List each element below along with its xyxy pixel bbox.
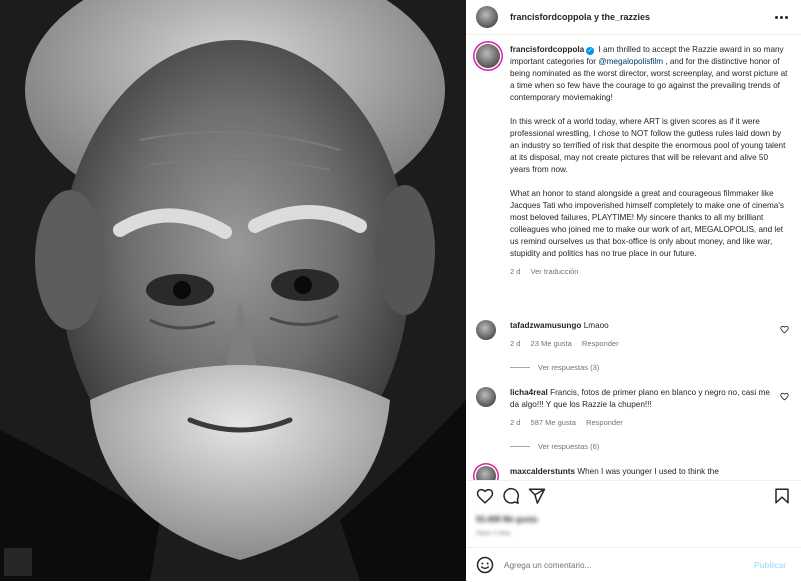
comment-username[interactable]: maxcalderstunts bbox=[510, 467, 575, 476]
comment-avatar[interactable] bbox=[476, 466, 496, 480]
comment-time: 2 d bbox=[510, 418, 521, 427]
likes-count[interactable]: 93.408 Me gusta bbox=[476, 515, 537, 524]
reply-button[interactable]: Responder bbox=[582, 339, 619, 348]
like-heart-icon[interactable] bbox=[476, 487, 494, 505]
post-photo[interactable] bbox=[0, 0, 466, 581]
comment-avatar[interactable] bbox=[476, 387, 496, 407]
verified-badge-icon: ✓ bbox=[586, 47, 595, 55]
comment-composer: Agrega un comentario... Publicar bbox=[466, 547, 801, 582]
caption-paragraph-2: In this wreck of a world today, where AR… bbox=[510, 117, 786, 174]
like-comment-heart-icon[interactable] bbox=[780, 392, 789, 401]
save-bookmark-icon[interactable] bbox=[773, 487, 791, 505]
caption-avatar[interactable] bbox=[476, 44, 500, 68]
comment-bubble-icon[interactable] bbox=[502, 487, 520, 505]
more-options-icon[interactable] bbox=[773, 9, 789, 25]
share-paper-plane-icon[interactable] bbox=[528, 487, 546, 505]
comment-body: tafadzwamusungo Lmaoo 2 d 23 Me gusta Re… bbox=[510, 320, 775, 350]
post-comment-button[interactable]: Publicar bbox=[754, 561, 786, 570]
comments-scroll-area[interactable]: francisfordcoppola ✓ I am thrilled to acc… bbox=[466, 35, 801, 480]
comment-meta: 2 d 23 Me gusta Responder bbox=[510, 338, 775, 350]
comment-likes[interactable]: 587 Me gusta bbox=[531, 418, 576, 427]
emoji-icon[interactable] bbox=[476, 556, 494, 574]
post-date: Hace 2 días bbox=[476, 530, 511, 537]
post-authors[interactable]: francisfordcoppola y the_razzies bbox=[510, 12, 650, 22]
post-actions bbox=[466, 480, 801, 511]
post-caption: francisfordcoppola ✓ I am thrilled to acc… bbox=[510, 44, 790, 278]
like-comment-heart-icon[interactable] bbox=[780, 325, 789, 334]
reply-button[interactable]: Responder bbox=[586, 418, 623, 427]
comment-avatar[interactable] bbox=[476, 320, 496, 340]
comment-text: Francis, fotos de primer plano en blanco… bbox=[510, 388, 770, 409]
caption-username[interactable]: francisfordcoppola bbox=[510, 45, 584, 54]
comment-body: licha4real Francis, fotos de primer plan… bbox=[510, 387, 775, 429]
caption-time: 2 d bbox=[510, 267, 521, 276]
comment-body: maxcalderstunts When I was younger I use… bbox=[510, 466, 775, 478]
view-replies-button[interactable]: Ver respuestas (3) bbox=[510, 363, 599, 372]
caption-paragraph-3: What an honor to stand alongside a great… bbox=[510, 189, 785, 258]
comment-text: Lmaoo bbox=[583, 321, 609, 330]
post-panel: francisfordcoppola y the_razzies francis… bbox=[466, 0, 801, 581]
comment-likes[interactable]: 23 Me gusta bbox=[531, 339, 572, 348]
comment-username[interactable]: licha4real bbox=[510, 388, 548, 397]
comment-text: When I was younger I used to think the bbox=[577, 467, 719, 476]
post-header: francisfordcoppola y the_razzies bbox=[466, 0, 801, 35]
author-avatar[interactable] bbox=[476, 6, 498, 28]
replies-divider bbox=[510, 367, 530, 368]
comment-time: 2 d bbox=[510, 339, 521, 348]
mention-link[interactable]: @megalopolisfilm bbox=[598, 57, 663, 66]
portrait-illustration bbox=[0, 0, 466, 581]
caption-meta: 2 d Ver traducción bbox=[510, 266, 790, 278]
replies-divider bbox=[510, 446, 530, 447]
view-replies-button[interactable]: Ver respuestas (6) bbox=[510, 442, 599, 451]
view-replies-label: Ver respuestas (6) bbox=[538, 442, 600, 451]
comment-username[interactable]: tafadzwamusungo bbox=[510, 321, 581, 330]
comment-meta: 2 d 587 Me gusta Responder bbox=[510, 417, 775, 429]
caption-paragraph-1: francisfordcoppola ✓ I am thrilled to acc… bbox=[510, 44, 790, 104]
see-translation-link[interactable]: Ver traducción bbox=[531, 267, 579, 276]
view-replies-label: Ver respuestas (3) bbox=[538, 363, 600, 372]
comment-input[interactable]: Agrega un comentario... bbox=[504, 561, 744, 570]
